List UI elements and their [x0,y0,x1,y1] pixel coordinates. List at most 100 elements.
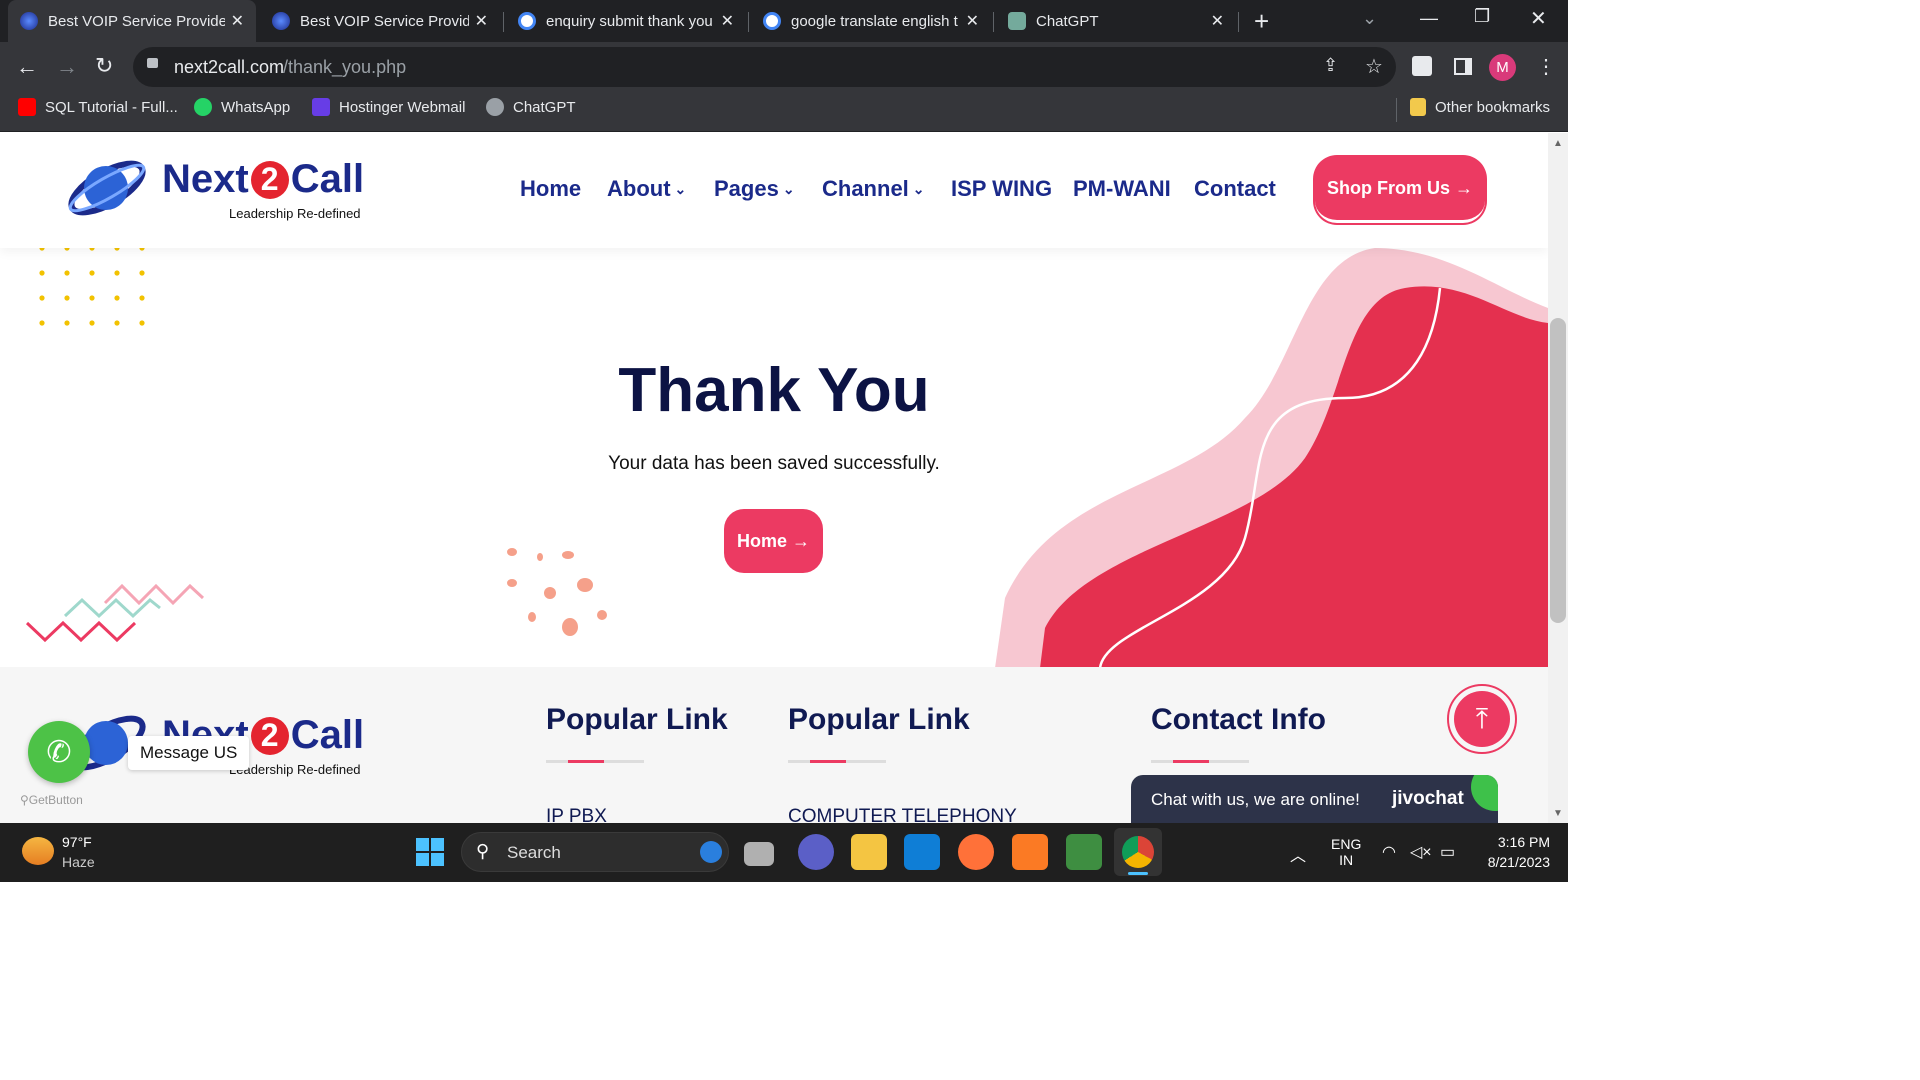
footer-link[interactable]: COMPUTER TELEPHONY [788,806,1017,823]
logo-call: Call [290,157,365,201]
close-tab-icon[interactable]: ✕ [475,11,488,31]
nav-contact[interactable]: Contact [1194,176,1276,202]
file-explorer-icon[interactable] [851,834,887,870]
lang-bottom: IN [1339,852,1354,868]
close-tab-icon[interactable]: ✕ [721,11,734,31]
scrollbar-thumb[interactable] [1550,318,1566,623]
tab-5[interactable]: ChatGPT ✕ [996,0,1236,42]
forward-icon[interactable]: → [56,54,78,80]
task-view-icon[interactable] [744,842,774,866]
whatsapp-icon [194,98,212,116]
close-tab-icon[interactable]: ✕ [231,11,244,31]
close-tab-icon[interactable]: ✕ [966,11,979,31]
show-hidden-icons-icon[interactable]: ︿ [1290,842,1306,866]
success-message: Your data has been saved successfully. [608,453,940,474]
url-domain: next2call.com [174,57,285,77]
tab-search-icon[interactable]: ⌄ [1362,8,1377,29]
back-icon[interactable]: ← [16,54,38,80]
hostinger-icon [312,98,330,116]
language-indicator[interactable]: ENG IN [1331,836,1361,868]
extensions-icon[interactable] [1412,56,1432,76]
share-icon[interactable]: ⇪ [1323,55,1338,76]
nav-label: Home [520,176,582,201]
minimize-icon[interactable]: — [1420,8,1438,29]
logo-tagline: Leadership Re-defined [229,206,361,221]
wifi-icon[interactable]: ◠ [1382,842,1396,862]
vscode-icon[interactable] [904,834,940,870]
close-tab-icon[interactable]: ✕ [1211,11,1224,31]
whatsapp-message-label[interactable]: Message US [128,736,250,770]
clock-date: 8/21/2023 [1487,854,1550,870]
whatsapp-button-icon[interactable]: ✆ [28,721,90,783]
weather-icon[interactable] [22,837,54,865]
jivochat-widget[interactable]: Chat with us, we are online! jivochat [1131,775,1498,823]
footer-title-underline [546,760,644,763]
scroll-top-button[interactable]: ⤒ [1447,684,1517,754]
bookmark-label: Other bookmarks [1435,98,1551,116]
nav-home[interactable]: Home [520,176,581,202]
side-panel-icon[interactable] [1454,58,1472,75]
tab-2[interactable]: Best VOIP Service Provider ✕ [260,0,500,42]
logo-two: 2 [250,160,289,199]
shop-from-us-button[interactable]: Shop From Us → [1315,157,1485,223]
new-tab-icon[interactable]: + [1254,6,1269,37]
teams-chat-icon[interactable] [798,834,834,870]
logo-two: 2 [250,716,289,755]
reload-icon[interactable]: ↻ [95,53,113,79]
nav-pm-wani[interactable]: PM-WANI [1073,176,1171,202]
bookmark-label: SQL Tutorial - Full... [45,98,178,116]
site-favicon-icon [272,12,290,30]
home-button[interactable]: Home → [724,509,823,573]
bookmark-item[interactable]: ChatGPT [486,98,576,116]
battery-icon[interactable]: ▭ [1440,842,1455,862]
nav-channel[interactable]: Channel ⌄ [822,176,925,202]
weather-temp: 97°F [62,834,92,850]
tab-1[interactable]: Best VOIP Service Provider ✕ [8,0,256,42]
online-indicator-icon [1471,775,1498,811]
nav-label: ISP WING [951,176,1053,201]
scroll-down-arrow-icon[interactable]: ▼ [1553,808,1563,819]
menu-kebab-icon[interactable]: ⋮ [1536,54,1556,79]
other-bookmarks[interactable]: Other bookmarks [1410,98,1550,116]
nav-label: PM-WANI [1073,176,1171,201]
bookmark-item[interactable]: WhatsApp [194,98,290,116]
footer-link[interactable]: IP PBX [546,806,607,823]
getbutton-text: GetButton [28,793,83,807]
bookmark-item[interactable]: Hostinger Webmail [312,98,465,116]
lock-icon [147,58,158,68]
arrow-up-icon: ⤒ [1454,691,1510,747]
volume-muted-icon[interactable]: ◁× [1410,842,1432,862]
zigzag-decoration [25,583,205,643]
tab-title: ChatGPT [1036,12,1099,30]
logo-globe-icon[interactable] [62,148,152,226]
footer-column-title: Popular Link [788,703,970,736]
scatter-dots-decoration [507,548,607,636]
getbutton-label[interactable]: ⚲GetButton [20,793,83,807]
nav-isp-wing[interactable]: ISP WING [951,176,1052,202]
profile-avatar[interactable]: M [1489,54,1516,81]
nav-about[interactable]: About ⌄ [607,176,686,202]
bookmark-star-icon[interactable]: ☆ [1365,54,1383,79]
address-bar[interactable]: next2call.com /thank_you.php ⇪ ☆ [133,47,1396,87]
tab-3[interactable]: enquiry submit thank you ✕ [506,0,746,42]
firefox-icon[interactable] [958,834,994,870]
chrome-taskbar-item[interactable] [1114,828,1162,876]
footer-column-title: Popular Link [546,703,728,736]
chat-status-text: Chat with us, we are online! [1151,790,1360,809]
chevron-down-icon: ⌄ [912,180,925,197]
taskbar-search-box[interactable]: ⚲ Search [461,832,729,872]
close-window-icon[interactable]: ✕ [1530,6,1547,31]
dot-grid-decoration [39,245,145,326]
scroll-up-arrow-icon[interactable]: ▲ [1553,138,1563,149]
windows-start-icon[interactable] [416,838,444,866]
tab-4[interactable]: google translate english t ✕ [751,0,991,42]
tab-strip: Best VOIP Service Provider ✕ Best VOIP S… [0,0,1568,42]
bookmark-item[interactable]: SQL Tutorial - Full... [18,98,178,116]
app-icon[interactable] [1066,834,1102,870]
nav-pages[interactable]: Pages ⌄ [714,176,795,202]
web-page: Next 2 Call Leadership Re-defined Home A… [0,133,1548,823]
restore-icon[interactable]: ❐ [1474,6,1490,27]
clock[interactable]: 3:16 PM 8/21/2023 [1478,834,1550,870]
xampp-icon[interactable] [1012,834,1048,870]
logo-wordmark[interactable]: Next 2 Call [162,157,364,202]
